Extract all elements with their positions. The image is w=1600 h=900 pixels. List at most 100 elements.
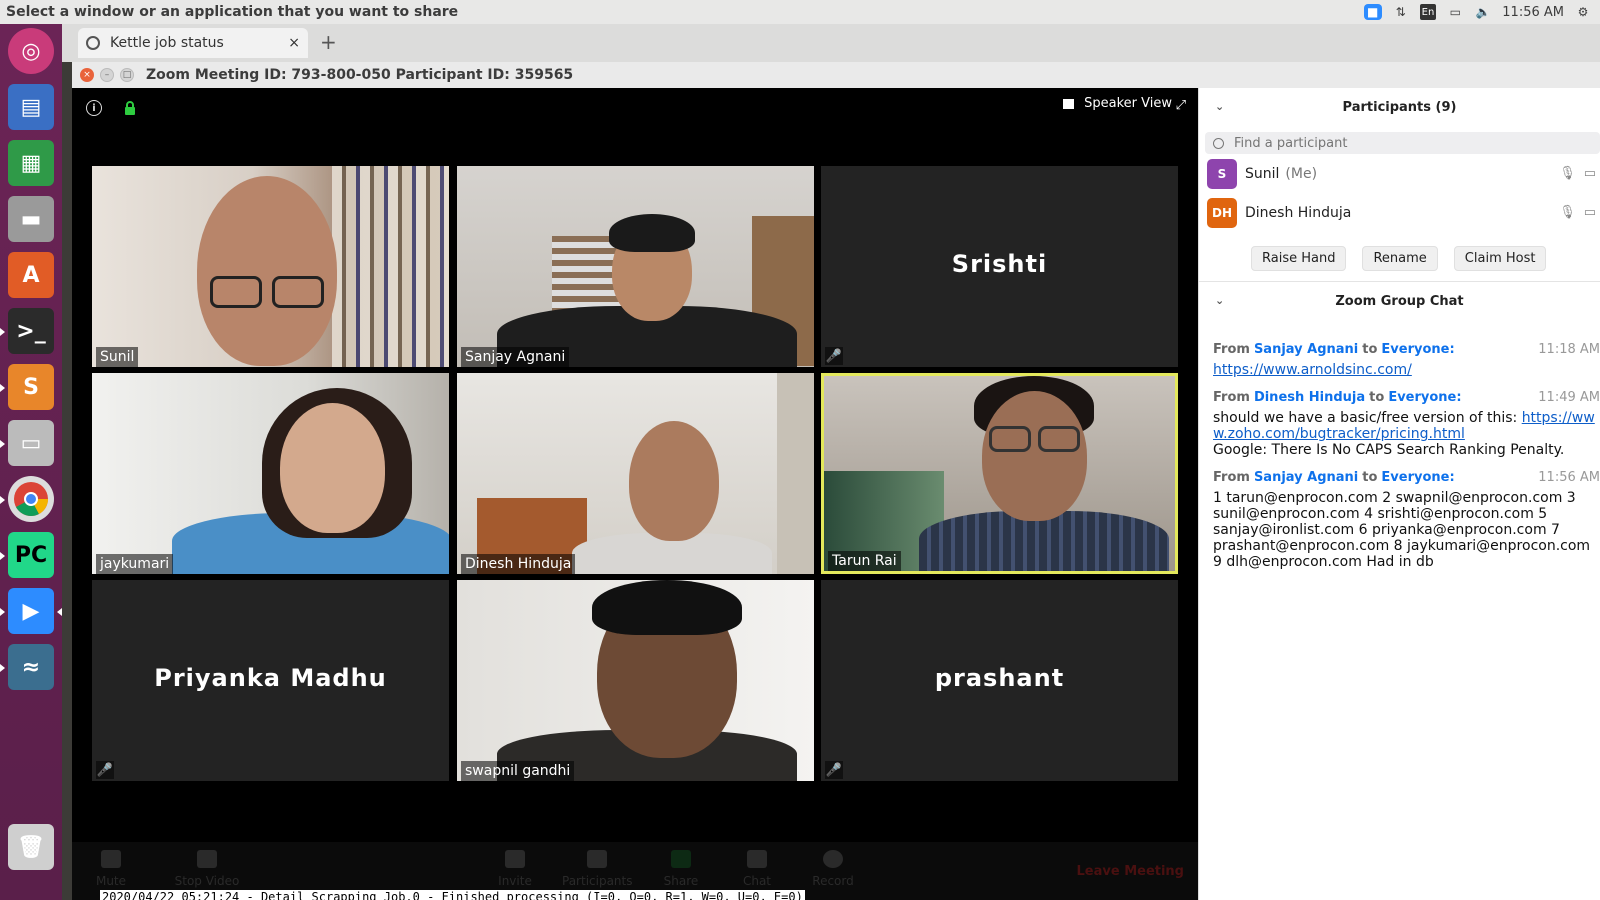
participant-name-label: swapnil gandhi [461, 761, 575, 781]
sender-name[interactable]: Sanjay Agnani [1254, 470, 1358, 486]
record-button[interactable]: Record [798, 850, 868, 888]
software-center-icon[interactable]: A [8, 252, 54, 298]
zoom-icon[interactable]: ▶ [8, 588, 54, 634]
to-label: to [1369, 390, 1385, 405]
muted-mic-icon: 🎤 [96, 761, 114, 779]
from-label: From [1213, 342, 1250, 357]
microphone-icon[interactable]: 🎙 [1559, 205, 1576, 220]
tab-close-icon[interactable]: × [288, 35, 300, 51]
participants-label: Participants [562, 874, 633, 888]
running-indicator [0, 664, 5, 672]
battery-icon[interactable]: ▭ [1446, 4, 1464, 20]
camera-icon[interactable]: ▭ [1584, 166, 1596, 181]
mute-button[interactable]: Mute [76, 850, 146, 888]
background-log-line: 2020/04/22 05:21:24 - Detail Scrapping J… [100, 890, 805, 900]
avatar: S [1207, 158, 1237, 189]
participants-button[interactable]: Participants [562, 850, 633, 888]
claim-host-button[interactable]: Claim Host [1453, 246, 1547, 271]
video-tile[interactable]: Sunil [92, 166, 449, 367]
video-tile[interactable]: Priyanka Madhu 🎤 [92, 580, 449, 781]
window-maximize-button[interactable]: □ [120, 68, 134, 82]
disk-icon[interactable]: ▬ [8, 196, 54, 242]
meeting-info-icon[interactable]: i [86, 100, 102, 116]
video-tile[interactable]: Sanjay Agnani [457, 166, 814, 367]
participant-search[interactable] [1205, 132, 1600, 154]
ubuntu-dash-icon[interactable]: ◎ [8, 28, 54, 74]
video-tile[interactable]: Srishti 🎤 [821, 166, 1178, 367]
chrome-icon[interactable] [8, 476, 54, 522]
writer-icon[interactable]: ▤ [8, 84, 54, 130]
new-tab-button[interactable]: + [320, 30, 337, 54]
participants-panel-header: ⌄ Participants (9) [1199, 88, 1600, 126]
sublime-icon[interactable]: S [8, 364, 54, 410]
rename-button[interactable]: Rename [1362, 246, 1438, 271]
chat-label: Chat [742, 874, 772, 888]
camera-icon[interactable]: ▭ [1584, 205, 1596, 220]
participant-name-label: Sanjay Agnani [461, 347, 570, 367]
muted-mic-icon: 🎤 [825, 347, 843, 365]
stop-video-button[interactable]: Stop Video [172, 850, 242, 888]
window-minimize-button[interactable]: – [100, 68, 114, 82]
fullscreen-icon[interactable]: ⤢ [1176, 98, 1186, 113]
from-label: From [1213, 390, 1250, 405]
video-tile[interactable]: jaykumari [92, 373, 449, 574]
chat-messages: From Sanjay Agnani to Everyone: 11:18 AM htt… [1199, 320, 1600, 570]
chat-link[interactable]: https://www.arnoldsinc.com/ [1213, 362, 1412, 378]
participant-name-label: Dinesh Hinduja [461, 554, 576, 574]
zoom-tray-icon[interactable]: ■ [1363, 4, 1382, 20]
message-text: 1 tarun@enprocon.com 2 swapnil@enprocon.… [1213, 490, 1595, 570]
mysql-workbench-icon[interactable]: ≈ [8, 644, 54, 690]
browser-tab[interactable]: Kettle job status × [78, 28, 308, 58]
speaker-view-toggle[interactable]: Speaker View [1063, 96, 1172, 111]
microphone-icon[interactable]: 🎙 [1559, 166, 1576, 181]
video-tile[interactable]: Dinesh Hinduja [457, 373, 814, 574]
files-icon[interactable]: ▭ [8, 420, 54, 466]
sender-name[interactable]: Sanjay Agnani [1254, 342, 1358, 358]
chat-message: From Sanjay Agnani to Everyone: 11:18 AM htt… [1213, 342, 1600, 378]
participant-suffix: (Me) [1285, 165, 1318, 182]
leave-meeting-button[interactable]: Leave Meeting [1077, 864, 1185, 879]
search-icon [1213, 137, 1224, 149]
chat-button[interactable]: Chat [722, 850, 792, 888]
terminal-icon[interactable]: >_ [8, 308, 54, 354]
trash-icon[interactable]: 🗑 [8, 824, 54, 870]
share-button[interactable]: Share [646, 850, 716, 888]
settings-gear-icon[interactable]: ⚙ [1574, 4, 1592, 20]
message-time: 11:49 AM [1538, 390, 1600, 405]
pycharm-icon[interactable]: PC [8, 532, 54, 578]
browser-tab-strip: Kettle job status × + [62, 24, 1600, 62]
sender-name[interactable]: Dinesh Hinduja [1254, 390, 1365, 406]
video-tile[interactable]: prashant 🎤 [821, 580, 1178, 781]
invite-icon [505, 850, 525, 868]
invite-label: Invite [498, 874, 532, 888]
participant-row[interactable]: DH Dinesh Hinduja 🎙 ▭ [1199, 193, 1600, 232]
tab-title: Kettle job status [110, 35, 224, 51]
volume-icon[interactable]: 🔈 [1474, 4, 1492, 20]
message-text: Google: There Is No CAPS Search Ranking … [1213, 442, 1565, 458]
collapse-chevron-icon[interactable]: ⌄ [1215, 100, 1224, 113]
encryption-lock-icon[interactable] [122, 100, 138, 116]
mute-label: Mute [95, 874, 127, 888]
collapse-chevron-icon[interactable]: ⌄ [1215, 294, 1224, 307]
raise-hand-button[interactable]: Raise Hand [1251, 246, 1347, 271]
message-text: should we have a basic/free version of t… [1213, 410, 1522, 426]
participant-name-label: jaykumari [96, 554, 174, 574]
network-icon[interactable]: ⇅ [1392, 4, 1410, 20]
window-close-button[interactable]: × [80, 68, 94, 82]
zoom-meeting-window: × – □ Zoom Meeting ID: 793-800-050 Parti… [72, 62, 1600, 900]
calc-icon[interactable]: ▦ [8, 140, 54, 186]
active-speaker-tile[interactable]: Tarun Rai [821, 373, 1178, 574]
message-time: 11:56 AM [1538, 470, 1600, 485]
participant-name: Srishti [951, 250, 1048, 278]
chat-message: From Sanjay Agnani to Everyone: 11:56 AM 1 t… [1213, 470, 1600, 570]
participant-row[interactable]: S Sunil (Me) 🎙 ▭ [1199, 154, 1600, 193]
clock[interactable]: 11:56 AM [1502, 5, 1564, 20]
video-feed [92, 166, 449, 367]
participant-search-input[interactable] [1234, 135, 1534, 151]
chat-message: From Dinesh Hinduja to Everyone: 11:49 AM sh… [1213, 390, 1600, 458]
invite-button[interactable]: Invite [480, 850, 550, 888]
keyboard-layout-indicator[interactable]: En [1419, 4, 1437, 20]
running-indicator [0, 552, 5, 560]
participant-name: Sunil [1245, 165, 1280, 182]
video-tile[interactable]: swapnil gandhi [457, 580, 814, 781]
